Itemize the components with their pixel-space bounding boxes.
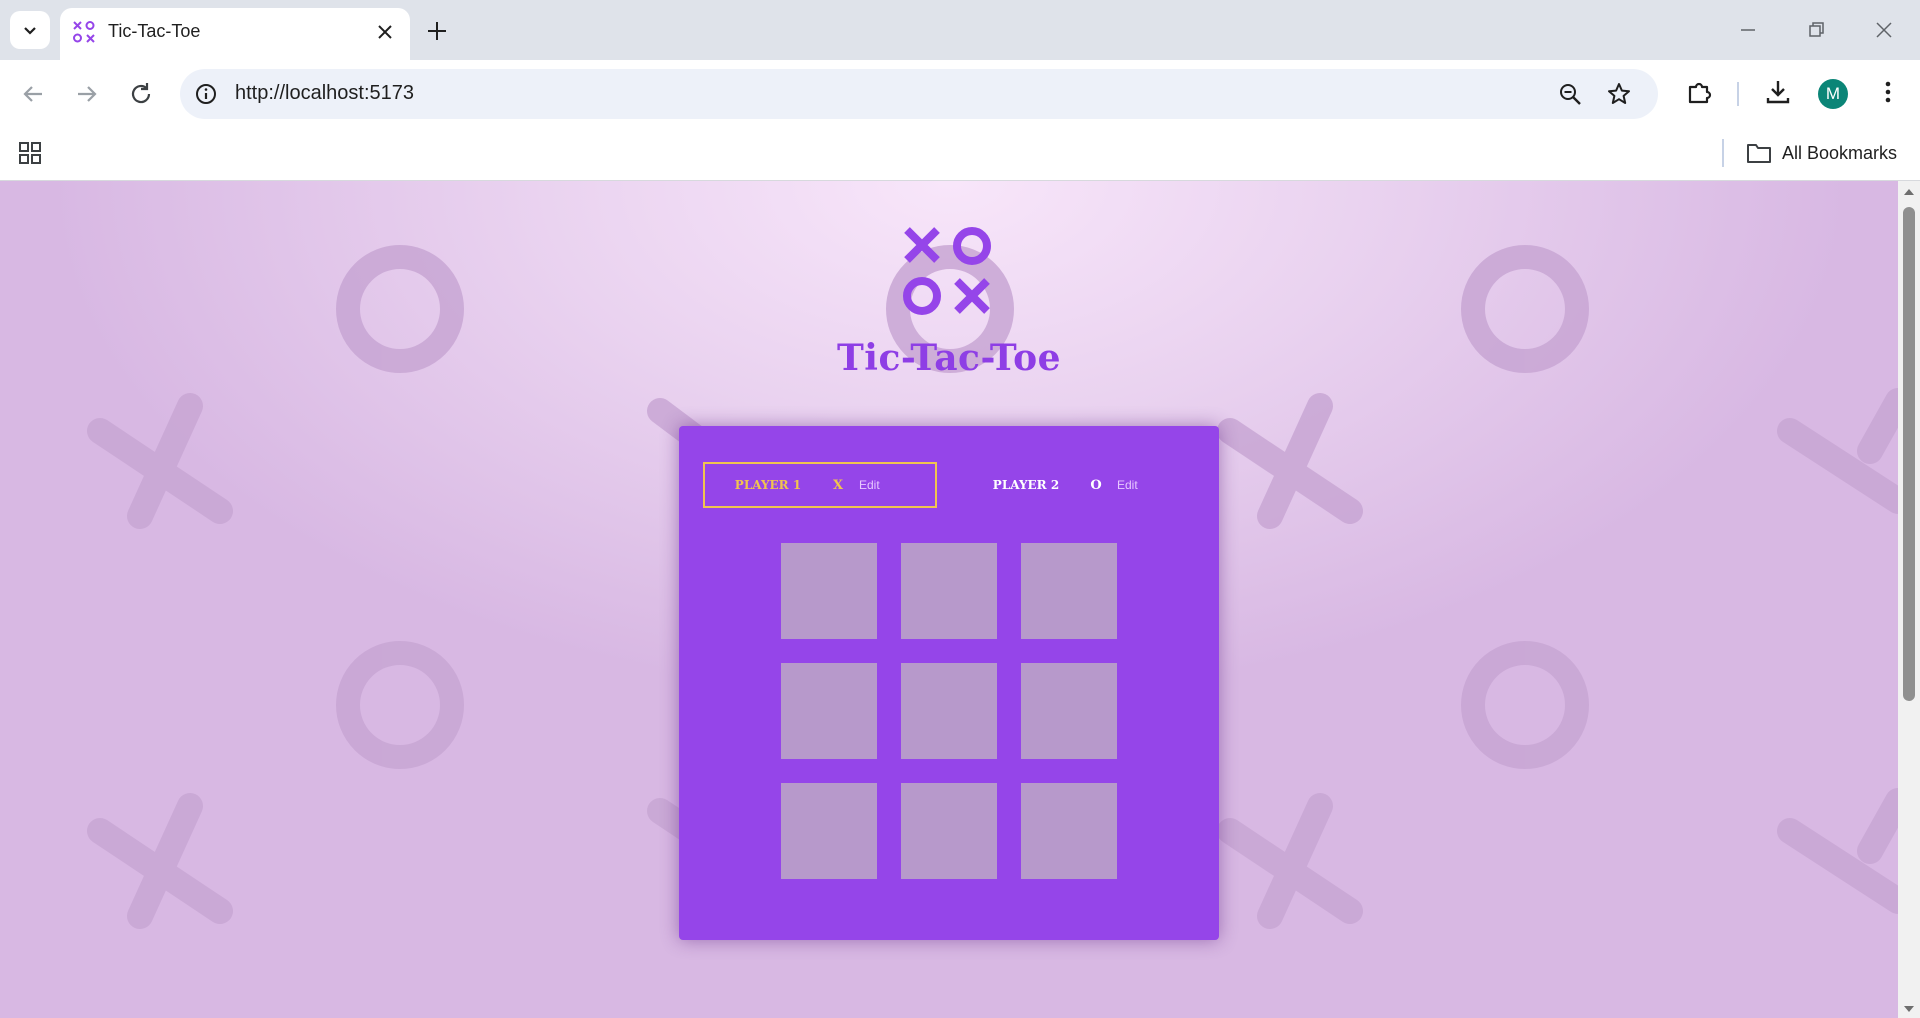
player-2-symbol: O [1090, 477, 1102, 493]
tab-strip: Tic-Tac-Toe [0, 0, 1920, 60]
minimize-icon[interactable] [1732, 14, 1764, 46]
tictactoe-favicon [73, 21, 95, 43]
board-cell[interactable] [781, 543, 877, 639]
site-info-icon[interactable] [194, 82, 218, 106]
forward-arrow-icon[interactable] [70, 77, 104, 111]
board-cell[interactable] [781, 663, 877, 759]
browser-toolbar: http://localhost:5173 M [0, 60, 1920, 126]
reload-icon[interactable] [124, 77, 158, 111]
page-scrollbar[interactable] [1898, 181, 1920, 1018]
bookmarks-separator [1722, 139, 1724, 167]
tab-search-button[interactable] [10, 11, 50, 49]
star-icon[interactable] [1606, 81, 1632, 107]
tab-title: Tic-Tac-Toe [108, 21, 201, 41]
player-2-edit-button[interactable]: Edit [1111, 478, 1138, 492]
scroll-up-icon[interactable] [1903, 187, 1915, 197]
player-1-card: Player 1 X Edit [703, 462, 937, 508]
game-container: Player 1 X Edit Player 2 O Edit [679, 426, 1219, 940]
bookmarks-bar: All Bookmarks [0, 126, 1920, 181]
more-vert-icon[interactable] [1872, 76, 1904, 108]
player-1-name: Player 1 [734, 478, 802, 492]
board-cell[interactable] [1021, 783, 1117, 879]
scroll-down-icon[interactable] [1903, 1004, 1915, 1014]
player-2-name: Player 2 [992, 478, 1060, 492]
address-bar[interactable]: http://localhost:5173 [180, 69, 1658, 119]
scrollbar-thumb[interactable] [1903, 207, 1915, 701]
plus-icon[interactable] [422, 16, 452, 46]
download-icon[interactable] [1762, 76, 1794, 108]
zoom-icon[interactable] [1558, 82, 1584, 108]
extensions-icon[interactable] [1683, 76, 1715, 108]
board-cell[interactable] [1021, 543, 1117, 639]
tab-search-icon [24, 27, 36, 35]
player-1-symbol: X [832, 477, 844, 493]
url-text[interactable]: http://localhost:5173 [235, 82, 414, 105]
active-tab[interactable]: Tic-Tac-Toe [60, 8, 410, 60]
all-bookmarks-label: All Bookmarks [1782, 142, 1898, 163]
folder-icon [1747, 144, 1771, 163]
page-title: Tic-Tac-Toe [836, 337, 1061, 379]
game-board [781, 543, 1117, 879]
board-cell[interactable] [1021, 663, 1117, 759]
window-close-icon[interactable] [1868, 14, 1900, 46]
page-viewport: Tic-Tac-Toe Player 1 X Edit Player 2 O E… [0, 181, 1898, 1018]
back-arrow-icon[interactable] [16, 77, 50, 111]
all-bookmarks-button[interactable]: All Bookmarks [1746, 139, 1897, 167]
tictactoe-logo-icon [903, 227, 991, 315]
restore-icon[interactable] [1800, 14, 1832, 46]
player-1-edit-button[interactable]: Edit [853, 478, 880, 492]
toolbar-separator [1737, 82, 1739, 106]
avatar[interactable]: M [1818, 79, 1848, 109]
apps-grid-icon[interactable] [16, 139, 44, 167]
board-cell[interactable] [901, 783, 997, 879]
board-cell[interactable] [901, 543, 997, 639]
board-cell[interactable] [781, 783, 877, 879]
player-2-card: Player 2 O Edit [961, 462, 1195, 508]
board-cell[interactable] [901, 663, 997, 759]
close-icon[interactable] [374, 21, 396, 43]
